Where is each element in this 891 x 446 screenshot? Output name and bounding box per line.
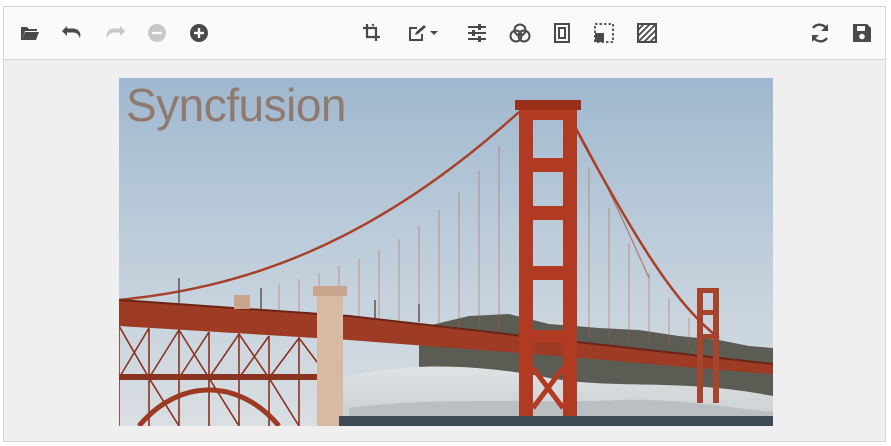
image-editor: Syncfusion [3,6,886,442]
zoom-out-icon [147,23,167,43]
resize-button[interactable] [588,17,620,49]
filter-button[interactable] [504,17,536,49]
frame-button[interactable] [546,17,578,49]
canvas-area: Syncfusion [4,60,885,441]
adjust-button[interactable] [461,17,493,49]
crop-button[interactable] [356,17,388,49]
caret-down-icon [429,30,438,36]
sliders-icon [467,24,487,42]
undo-icon [61,25,83,41]
save-icon [852,23,872,43]
redact-icon [637,23,657,43]
open-button[interactable] [14,17,46,49]
annotate-dropdown-button[interactable] [400,17,444,49]
frame-icon [554,23,570,43]
resize-icon [594,23,614,43]
annotate-icon [407,24,427,42]
zoom-out-button[interactable] [141,17,173,49]
redo-button[interactable] [99,17,131,49]
zoom-in-icon [189,23,209,43]
crop-icon [362,23,382,43]
filter-circles-icon [509,23,531,43]
image-canvas[interactable]: Syncfusion [119,78,773,426]
redo-icon [104,25,126,41]
redact-button[interactable] [631,17,663,49]
undo-button[interactable] [56,17,88,49]
reset-icon [809,22,831,44]
annotation-text[interactable]: Syncfusion [126,78,347,132]
toolbar [4,7,885,60]
folder-open-icon [20,24,40,42]
zoom-in-button[interactable] [183,17,215,49]
save-button[interactable] [846,17,878,49]
reset-button[interactable] [804,17,836,49]
